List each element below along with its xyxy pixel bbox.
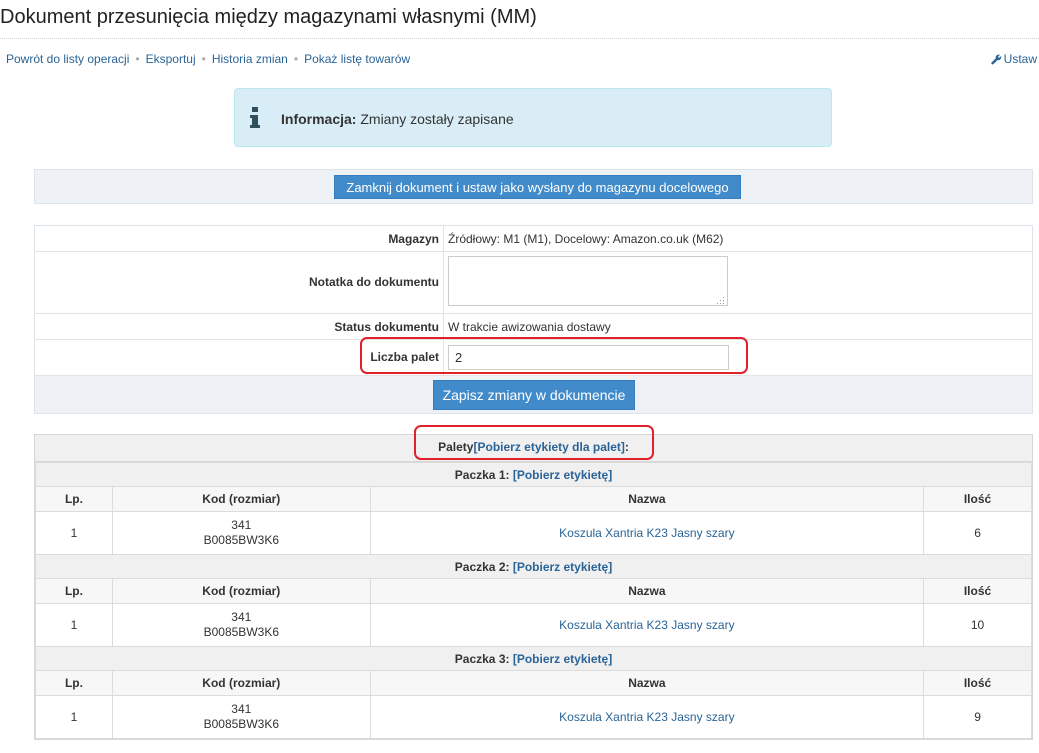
nav-separator: • [135,52,140,66]
item-lp: 1 [35,695,113,739]
col-code: Kod (rozmiar) [111,578,371,604]
item-size-value: B0085BW3K6 [203,533,279,547]
item-code: 341 B0085BW3K6 [111,603,371,647]
col-name: Nazwa [369,578,925,604]
item-name-link[interactable]: Koszula Xantria K23 Jasny szary [559,618,734,632]
note-row: Notatka do dokumentu [35,252,1032,314]
col-qty: Ilość [923,486,1032,512]
item-code: 341 B0085BW3K6 [111,695,371,739]
status-label: Status dokumentu [334,320,439,334]
alert-text: Informacja: Zmiany zostały zapisane [281,111,514,127]
package-columns-row: Lp. Kod (rozmiar) Nazwa Ilość [35,670,1032,696]
item-code-value: 341 [231,702,252,716]
col-name: Nazwa [369,486,925,512]
page-title: Dokument przesunięcia między magazynami … [0,6,537,28]
col-lp: Lp. [35,670,113,696]
nav-change-history[interactable]: Historia zmian [212,52,288,66]
close-document-button[interactable]: Zamknij dokument i ustaw jako wysłany do… [334,175,741,199]
close-document-bar: Zamknij dokument i ustaw jako wysłany do… [34,169,1033,204]
nav-separator: • [201,52,206,66]
info-icon [250,107,260,128]
package-title: Paczka 3: [454,651,510,666]
note-label: Notatka do dokumentu [308,275,439,289]
item-name-link[interactable]: Koszula Xantria K23 Jasny szary [559,526,734,540]
download-package-label-link[interactable]: [Pobierz etykietę] [513,652,612,666]
package-title-row: Paczka 2: [Pobierz etykietę] [35,554,1032,579]
packages-table: Paczka 1: [Pobierz etykietę] Lp. Kod (rozm… [35,462,1032,739]
item-qty: 9 [923,695,1032,739]
alert-message: Zmiany zostały zapisane [360,111,514,127]
item-lp: 1 [35,603,113,647]
download-package-label-link[interactable]: [Pobierz etykietę] [513,468,612,482]
save-changes-button[interactable]: Zapisz zmiany w dokumencie [433,380,635,410]
settings-label: Ustaw [1003,52,1037,66]
nav-export[interactable]: Eksportuj [146,52,196,66]
nav-separator: • [293,52,299,66]
save-row: Zapisz zmiany w dokumencie [35,376,1032,413]
download-package-label-link[interactable]: [Pobierz etykietę] [513,560,612,574]
table-row: 1 341 B0085BW3K6 Koszula Xantria K23 Jasny … [35,511,1032,555]
nav-back-to-operations[interactable]: Powrót do listy operacji [6,52,129,66]
document-form: Magazyn Źródłowy: M1 (M1), Docelowy: Ama… [34,225,1033,414]
warehouse-row: Magazyn Źródłowy: M1 (M1), Docelowy: Ama… [35,226,1032,252]
table-row: 1 341 B0085BW3K6 Koszula Xantria K23 Jasny … [35,603,1032,647]
item-name: Koszula Xantria K23 Jasny szary [369,695,925,739]
alert-label: Informacja: [281,111,357,127]
pallet-labels-highlight [414,425,654,460]
col-code: Kod (rozmiar) [111,486,371,512]
item-size-value: B0085BW3K6 [203,717,279,731]
top-nav: Powrót do listy operacji • Eksportuj • Histo… [6,52,410,66]
item-name-link[interactable]: Koszula Xantria K23 Jasny szary [559,710,734,724]
status-value: W trakcie awizowania dostawy [448,320,611,334]
item-qty: 10 [923,603,1032,647]
title-divider [0,38,1039,39]
package-title-row: Paczka 3: [Pobierz etykietę] [35,646,1032,671]
item-name: Koszula Xantria K23 Jasny szary [369,511,925,555]
wrench-icon [990,54,1001,65]
package-title-row: Paczka 1: [Pobierz etykietę] [35,462,1032,487]
col-lp: Lp. [35,486,113,512]
item-code: 341 B0085BW3K6 [111,511,371,555]
resize-grip-icon[interactable] [717,297,725,305]
table-row: 1 341 B0085BW3K6 Koszula Xantria K23 Jasny … [35,695,1032,739]
item-name: Koszula Xantria K23 Jasny szary [369,603,925,647]
info-alert: Informacja: Zmiany zostały zapisane [234,88,832,147]
item-qty: 6 [923,511,1032,555]
settings-link[interactable]: Ustaw [990,52,1037,66]
pallets-count-highlight [360,337,748,374]
nav-show-products[interactable]: Pokaż listę towarów [304,52,410,66]
col-qty: Ilość [923,578,1032,604]
col-name: Nazwa [369,670,925,696]
warehouse-value: Źródłowy: M1 (M1), Docelowy: Amazon.co.u… [448,232,724,246]
package-title: Paczka 2: [454,559,510,574]
item-code-value: 341 [231,610,252,624]
package-columns-row: Lp. Kod (rozmiar) Nazwa Ilość [35,486,1032,512]
col-qty: Ilość [923,670,1032,696]
pallets-section: Palety[Pobierz etykiety dla palet]: Pacz… [34,434,1033,740]
col-code: Kod (rozmiar) [111,670,371,696]
package-columns-row: Lp. Kod (rozmiar) Nazwa Ilość [35,578,1032,604]
item-size-value: B0085BW3K6 [203,625,279,639]
col-lp: Lp. [35,578,113,604]
item-lp: 1 [35,511,113,555]
warehouse-label: Magazyn [388,232,439,246]
item-code-value: 341 [231,518,252,532]
note-textarea[interactable] [448,256,728,306]
package-title: Paczka 1: [454,467,510,482]
